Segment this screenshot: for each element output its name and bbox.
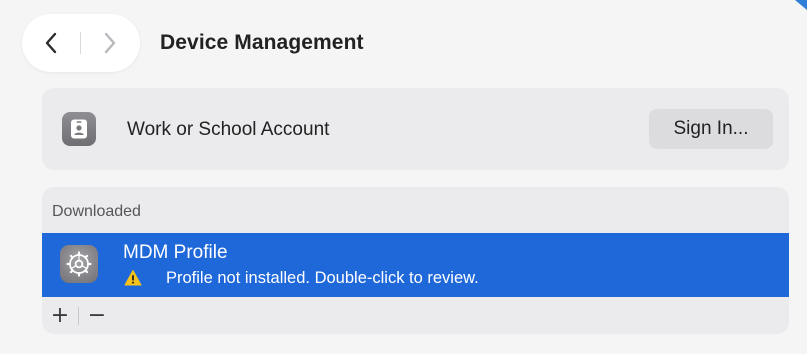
chevron-right-icon — [104, 32, 116, 54]
warning-icon — [124, 270, 142, 286]
gear-icon — [60, 245, 98, 283]
navigation-controls — [22, 14, 140, 72]
window: Device Management Work or School Account… — [0, 0, 807, 354]
back-button[interactable] — [22, 14, 80, 72]
profile-status: Profile not installed. Double-click to r… — [166, 269, 479, 287]
section-header: Downloaded — [52, 203, 141, 220]
work-school-account-row: Work or School Account Sign In... — [42, 88, 789, 170]
corner-accent — [795, 0, 807, 10]
remove-profile-button[interactable]: − — [79, 301, 115, 331]
sign-in-button[interactable]: Sign In... — [649, 109, 773, 149]
profile-title: MDM Profile — [123, 242, 228, 263]
list-footer: + − — [42, 297, 789, 334]
page-title: Device Management — [160, 31, 364, 54]
chevron-left-icon — [45, 32, 57, 54]
downloaded-profiles-list: Downloaded MDM Profile Profile not insta… — [42, 187, 789, 334]
add-profile-button[interactable]: + — [42, 301, 78, 331]
account-label: Work or School Account — [127, 119, 330, 140]
list-item[interactable]: MDM Profile Profile not installed. Doubl… — [42, 233, 789, 297]
forward-button[interactable] — [81, 14, 139, 72]
id-badge-icon — [62, 112, 96, 146]
